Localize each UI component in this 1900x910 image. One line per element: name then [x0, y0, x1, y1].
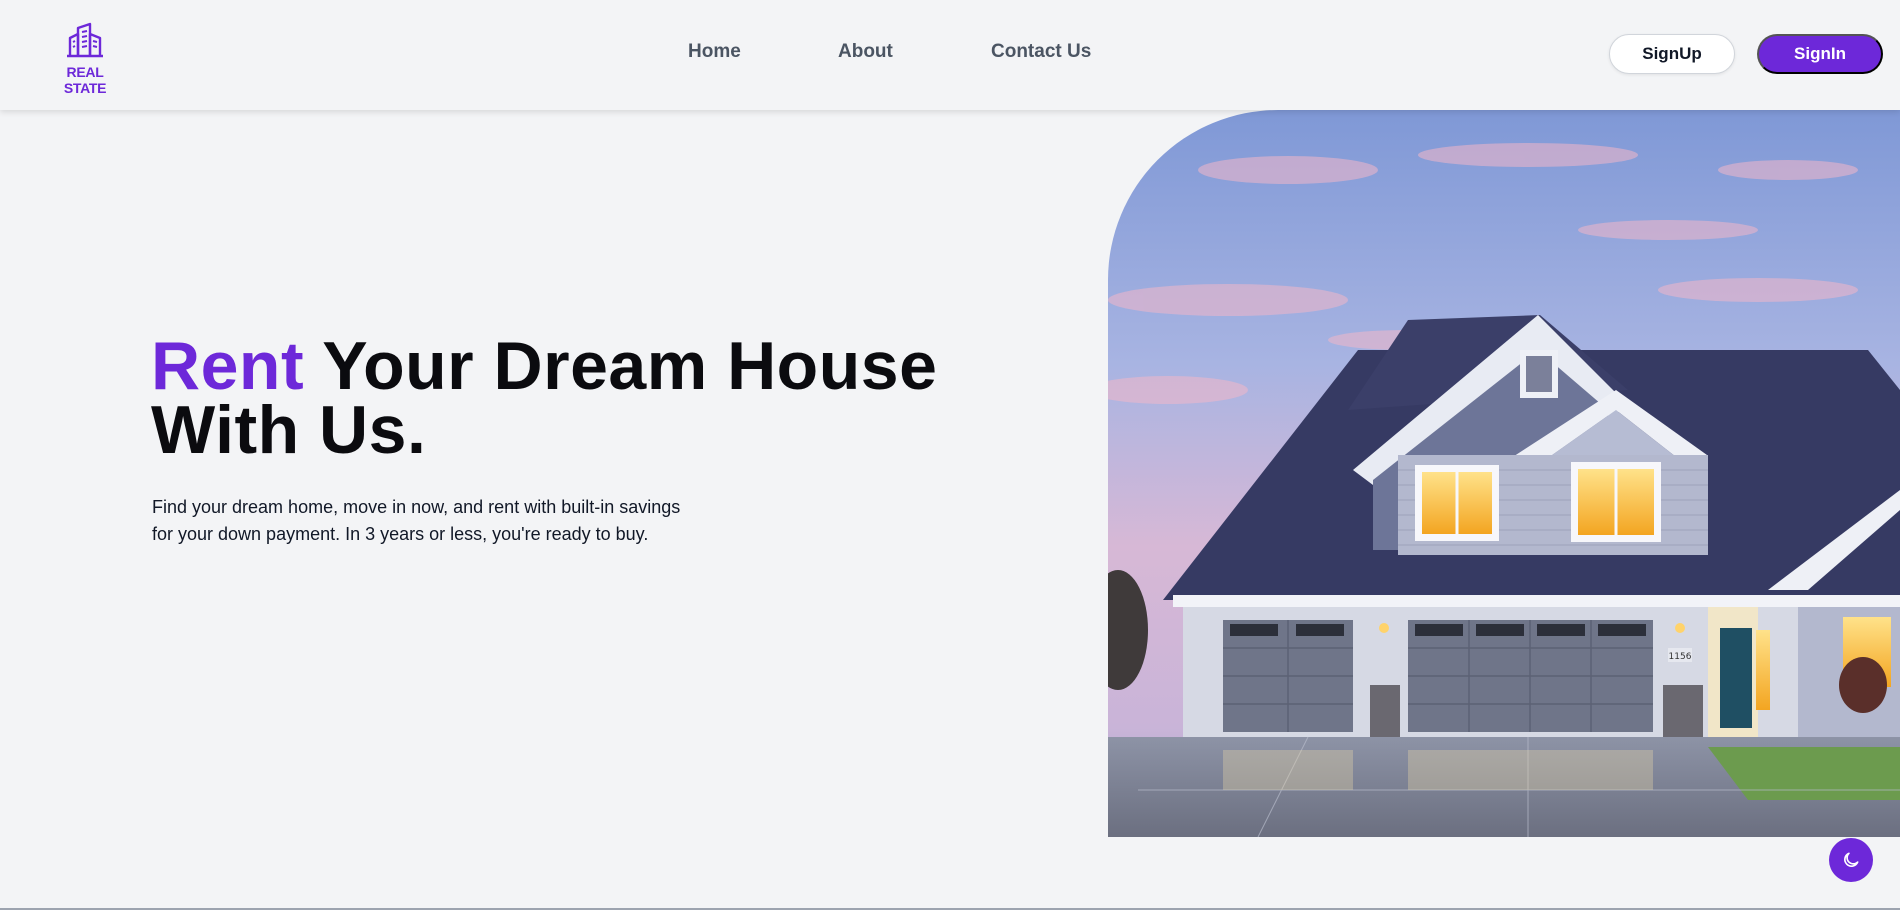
- buildings-icon: [67, 22, 103, 58]
- nav-contact-us[interactable]: Contact Us: [991, 41, 1091, 63]
- hero-title: Rent Your Dream House With Us.: [151, 332, 951, 464]
- nav-home[interactable]: Home: [688, 41, 741, 63]
- house-photo: 1156: [1108, 110, 1900, 837]
- hero-title-line2: With Us.: [151, 392, 427, 468]
- signup-button[interactable]: SignUp: [1609, 34, 1735, 74]
- nav-about[interactable]: About: [838, 41, 893, 63]
- site-header: REAL STATE Home About Contact Us SignUp …: [0, 0, 1900, 110]
- signin-button[interactable]: SignIn: [1757, 34, 1883, 74]
- brand-logo[interactable]: REAL STATE: [46, 22, 124, 96]
- brand-name: REAL STATE: [63, 64, 107, 96]
- house-number: 1156: [1669, 652, 1692, 662]
- dark-mode-toggle[interactable]: [1829, 838, 1873, 882]
- hero-description: Find your dream home, move in now, and r…: [152, 497, 681, 544]
- moon-icon: [1844, 852, 1859, 867]
